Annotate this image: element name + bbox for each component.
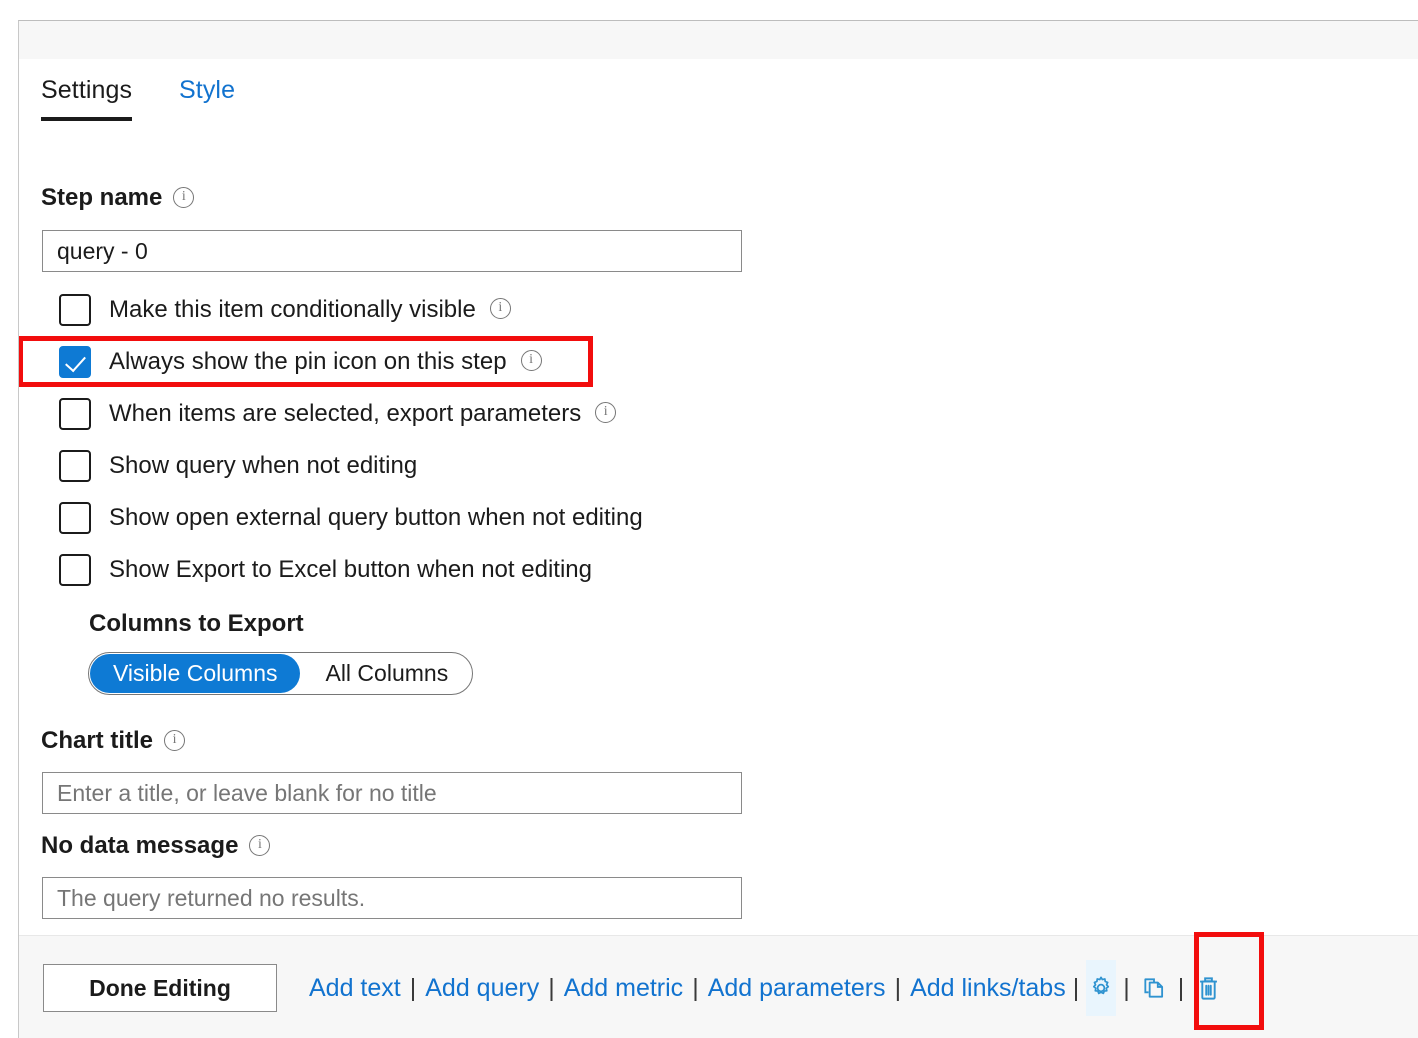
step-name-label: Step name xyxy=(41,184,194,212)
done-editing-button[interactable]: Done Editing xyxy=(43,964,277,1012)
checkbox-row-show-export-to-excel[interactable]: Show Export to Excel button when not edi… xyxy=(59,548,592,592)
chart-title-label: Chart title xyxy=(41,727,185,755)
separator: | xyxy=(1073,974,1080,1003)
checkbox-label: Show Export to Excel button when not edi… xyxy=(109,556,592,584)
page-left-gutter xyxy=(0,0,18,1038)
checkbox-row-always-show-pin-icon[interactable]: Always show the pin icon on this step xyxy=(59,340,542,384)
info-icon[interactable] xyxy=(249,835,270,856)
checkbox-box[interactable] xyxy=(59,554,91,586)
panel-top-strip xyxy=(19,21,1418,59)
tab-bar: Settings Style xyxy=(19,59,1418,123)
settings-panel: Settings Style Step name Make this item … xyxy=(18,20,1418,1038)
separator: | xyxy=(692,974,699,1003)
checkbox-box[interactable] xyxy=(59,294,91,326)
checkbox-box[interactable] xyxy=(59,450,91,482)
checkbox-box[interactable] xyxy=(59,346,91,378)
chart-title-label-text: Chart title xyxy=(41,727,153,754)
trash-icon[interactable] xyxy=(1191,966,1225,1010)
separator: | xyxy=(548,974,555,1003)
info-icon[interactable] xyxy=(173,187,194,208)
separator: | xyxy=(410,974,417,1003)
step-name-label-text: Step name xyxy=(41,184,162,211)
columns-to-export-toggle[interactable]: Visible Columns All Columns xyxy=(88,652,473,695)
copy-icon[interactable] xyxy=(1137,966,1171,1010)
columns-to-export-label: Columns to Export xyxy=(89,610,304,638)
tab-style[interactable]: Style xyxy=(179,59,235,121)
info-icon[interactable] xyxy=(164,730,185,751)
checkbox-label: When items are selected, export paramete… xyxy=(109,400,581,428)
no-data-message-label: No data message xyxy=(41,832,270,860)
add-parameters-link[interactable]: Add parameters xyxy=(708,974,886,1003)
checkbox-row-show-open-external-query[interactable]: Show open external query button when not… xyxy=(59,496,643,540)
separator: | xyxy=(895,974,902,1003)
add-metric-link[interactable]: Add metric xyxy=(564,974,683,1003)
checkbox-row-conditionally-visible[interactable]: Make this item conditionally visible xyxy=(59,288,511,332)
info-icon[interactable] xyxy=(490,298,511,319)
toolbar-actions: Add text | Add query | Add metric | Add … xyxy=(309,964,1225,1012)
tab-settings[interactable]: Settings xyxy=(41,59,132,121)
pill-option-visible-columns[interactable]: Visible Columns xyxy=(90,654,300,693)
separator: | xyxy=(1178,974,1185,1003)
checkbox-label: Always show the pin icon on this step xyxy=(109,348,507,376)
info-icon[interactable] xyxy=(595,402,616,423)
checkbox-label: Show open external query button when not… xyxy=(109,504,643,532)
settings-form: Step name Make this item conditionally v… xyxy=(19,122,1418,936)
step-name-input[interactable] xyxy=(42,230,742,272)
editor-footer-toolbar: Done Editing Add text | Add query | Add … xyxy=(19,935,1418,1038)
chart-title-input[interactable] xyxy=(42,772,742,814)
checkbox-box[interactable] xyxy=(59,502,91,534)
separator: | xyxy=(1123,974,1130,1003)
gear-icon[interactable] xyxy=(1086,960,1116,1016)
checkbox-box[interactable] xyxy=(59,398,91,430)
no-data-message-input[interactable] xyxy=(42,877,742,919)
checkbox-label: Show query when not editing xyxy=(109,452,417,480)
no-data-message-label-text: No data message xyxy=(41,832,238,859)
info-icon[interactable] xyxy=(521,350,542,371)
checkbox-label: Make this item conditionally visible xyxy=(109,296,476,324)
add-links-tabs-link[interactable]: Add links/tabs xyxy=(910,974,1066,1003)
workbook-step-editor: Settings Style Step name Make this item … xyxy=(0,0,1418,1038)
add-text-link[interactable]: Add text xyxy=(309,974,401,1003)
pill-option-all-columns[interactable]: All Columns xyxy=(302,654,471,693)
checkbox-row-export-parameters[interactable]: When items are selected, export paramete… xyxy=(59,392,616,436)
checkbox-row-show-query[interactable]: Show query when not editing xyxy=(59,444,417,488)
add-query-link[interactable]: Add query xyxy=(425,974,539,1003)
